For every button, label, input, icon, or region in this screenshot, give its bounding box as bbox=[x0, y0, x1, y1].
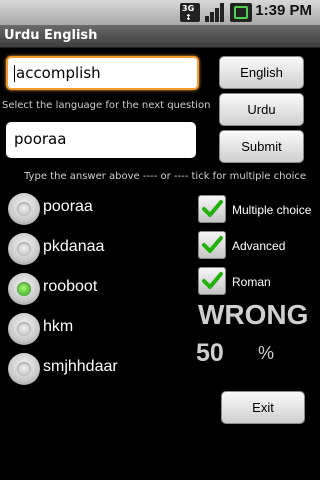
radio-button-icon bbox=[8, 313, 40, 345]
text-cursor bbox=[14, 65, 15, 82]
checkbox-label: Roman bbox=[232, 275, 271, 289]
choice-radio-4[interactable]: hkm bbox=[8, 313, 188, 345]
radio-button-icon bbox=[8, 233, 40, 265]
signal-strength-icon bbox=[204, 3, 226, 22]
checkmark-icon bbox=[198, 267, 226, 295]
checkbox-label: Multiple choice bbox=[232, 203, 312, 217]
language-hint: Select the language for the next questio… bbox=[2, 100, 211, 111]
choice-radio-2[interactable]: pkdanaa bbox=[8, 233, 188, 265]
network-3g-icon: 3G ↕ bbox=[180, 3, 200, 22]
advanced-checkbox[interactable]: Advanced bbox=[198, 231, 318, 263]
status-time: 1:39 PM bbox=[255, 2, 312, 19]
choice-label: smjhhdaar bbox=[43, 358, 118, 375]
checkmark-icon bbox=[198, 195, 226, 223]
answer-value: pooraa bbox=[14, 130, 67, 148]
choice-label: pooraa bbox=[43, 198, 93, 215]
urdu-button[interactable]: Urdu bbox=[219, 93, 304, 126]
app-title-bar: Urdu English bbox=[0, 25, 320, 48]
choice-radio-3[interactable]: rooboot bbox=[8, 273, 188, 305]
english-button[interactable]: English bbox=[219, 56, 304, 89]
battery-icon bbox=[230, 3, 252, 22]
radio-button-icon bbox=[8, 193, 40, 225]
status-bar: 3G ↕ 1:39 PM bbox=[0, 0, 320, 25]
exit-button[interactable]: Exit bbox=[221, 391, 305, 424]
checkmark-icon bbox=[198, 231, 226, 259]
answer-input[interactable]: pooraa bbox=[6, 122, 196, 158]
choice-label: pkdanaa bbox=[43, 238, 105, 255]
score-value: 50 bbox=[196, 339, 224, 367]
submit-button[interactable]: Submit bbox=[219, 130, 304, 163]
multiple-choice-checkbox[interactable]: Multiple choice bbox=[198, 195, 318, 227]
choice-label: hkm bbox=[43, 318, 74, 335]
question-input[interactable]: accomplish bbox=[6, 56, 199, 90]
result-status: WRONG bbox=[198, 299, 309, 330]
score-unit: % bbox=[258, 343, 275, 363]
question-value: accomplish bbox=[16, 64, 101, 82]
radio-button-selected-icon bbox=[8, 273, 40, 305]
choice-radio-5[interactable]: smjhhdaar bbox=[8, 353, 188, 385]
app-title: Urdu English bbox=[4, 28, 98, 43]
radio-button-icon bbox=[8, 353, 40, 385]
answer-hint: Type the answer above ---- or ---- tick … bbox=[24, 171, 307, 182]
choice-label: rooboot bbox=[43, 278, 98, 295]
roman-checkbox[interactable]: Roman bbox=[198, 267, 318, 299]
checkbox-label: Advanced bbox=[232, 239, 286, 253]
choice-radio-1[interactable]: pooraa bbox=[8, 193, 188, 225]
